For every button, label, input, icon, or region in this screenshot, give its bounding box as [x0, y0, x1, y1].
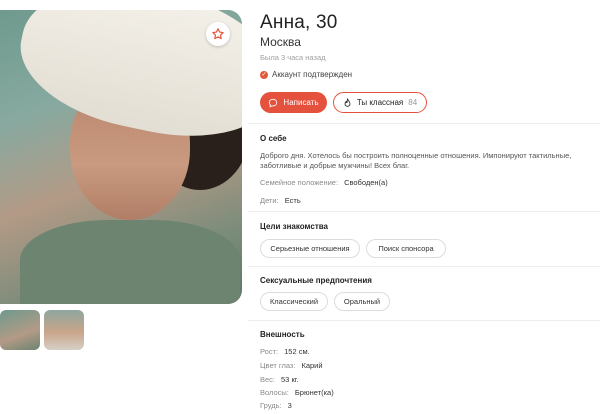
goal-chip-serious[interactable]: Серьезные отношения [260, 239, 360, 258]
profile-name: Анна, 30 [260, 12, 338, 33]
family-status-row: Семейное положение: Свободен(а) [260, 178, 388, 187]
goal-chip-sponsor[interactable]: Поиск спонсора [366, 239, 446, 258]
check-circle-icon: ✓ [260, 70, 268, 79]
hair-key: Волосы: [260, 388, 289, 397]
sexual-preferences-title: Сексуальные предпочтения [260, 276, 372, 285]
weight-value: 53 кг. [281, 375, 299, 384]
photo-thumbnail-2[interactable] [44, 310, 84, 350]
verified-label: Аккаунт подтвержден [272, 70, 353, 79]
eye-color-row: Цвет глаз: Карий [260, 361, 323, 370]
kids-key: Дети: [260, 196, 279, 205]
chest-key: Грудь: [260, 401, 282, 410]
divider [248, 266, 600, 267]
preference-chip-oral[interactable]: Оральный [334, 292, 390, 311]
kids-row: Дети: Есть [260, 196, 301, 205]
photo-thumbnail-1[interactable] [0, 310, 40, 350]
compliment-button-label: Ты классная [356, 98, 404, 107]
hair-row: Волосы: Брюнет(ка) [260, 388, 334, 397]
divider [248, 211, 600, 212]
write-message-button[interactable]: Написать [260, 92, 327, 113]
about-title: О себе [260, 134, 287, 143]
family-status-key: Семейное положение: [260, 178, 339, 187]
write-button-label: Написать [283, 98, 319, 107]
height-key: Рост: [260, 347, 279, 356]
weight-key: Вес: [260, 375, 276, 384]
height-row: Рост: 152 см. [260, 347, 310, 356]
weight-row: Вес: 53 кг. [260, 375, 299, 384]
compliment-button[interactable]: Ты классная 84 [333, 92, 427, 113]
star-icon [212, 28, 224, 40]
chat-bubble-icon [269, 98, 278, 108]
kids-value: Есть [284, 196, 301, 205]
eye-color-key: Цвет глаз: [260, 361, 296, 370]
family-status-value: Свободен(а) [344, 178, 388, 187]
last-seen: Была 3 часа назад [260, 53, 326, 62]
preference-chip-classic[interactable]: Классический [260, 292, 328, 311]
photo-swimsuit-shape [20, 220, 240, 304]
verified-badge: ✓ Аккаунт подтвержден [260, 70, 352, 79]
hair-value: Брюнет(ка) [294, 388, 334, 397]
about-text-line-1: Доброго дня. Хотелось бы построить полно… [260, 151, 572, 160]
divider [248, 320, 600, 321]
chest-row: Грудь: 3 [260, 401, 292, 410]
goals-title: Цели знакомства [260, 222, 328, 231]
flame-icon [344, 97, 351, 107]
chest-value: 3 [287, 401, 292, 410]
favorite-button[interactable] [206, 22, 230, 46]
height-value: 152 см. [284, 347, 310, 356]
appearance-title: Внешность [260, 330, 305, 339]
profile-main-photo[interactable] [0, 10, 242, 304]
divider [248, 123, 600, 124]
compliment-count: 84 [408, 98, 418, 107]
eye-color-value: Карий [301, 361, 323, 370]
about-text-line-2: заботливые и добрые мужчины! Всех благ. [260, 161, 410, 170]
profile-city: Москва [260, 35, 301, 49]
